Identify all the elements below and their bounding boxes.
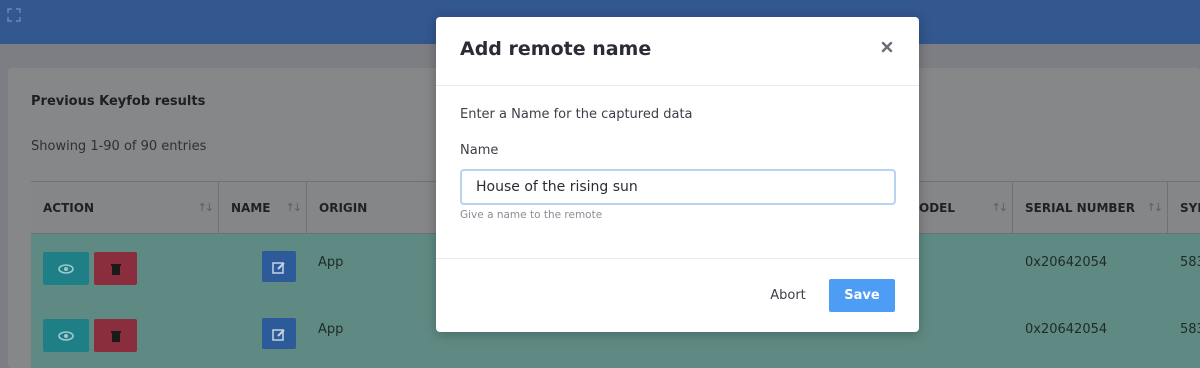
serial-cell: 0x20642054 [1025, 322, 1108, 337]
eye-icon [58, 330, 74, 341]
column-header-action[interactable]: ACTION ↑↓ [31, 182, 219, 235]
save-button[interactable]: Save [829, 279, 895, 312]
sort-icon[interactable]: ↑↓ [198, 182, 215, 234]
dialog-prompt: Enter a Name for the captured data [460, 107, 693, 122]
edit-name-button[interactable] [262, 251, 296, 282]
syn-cell: 583 [1180, 255, 1200, 270]
edit-icon [272, 261, 285, 274]
card-title: Previous Keyfob results [31, 94, 206, 109]
column-header-name[interactable]: NAME ↑↓ [219, 182, 307, 235]
expand-icon[interactable] [7, 8, 21, 22]
column-header-model[interactable]: ODEL ↑↓ [911, 182, 1013, 235]
abort-button[interactable]: Abort [758, 279, 818, 312]
dialog-footer-divider [436, 258, 919, 259]
sort-icon[interactable]: ↑↓ [1147, 182, 1164, 234]
origin-cell: App [318, 322, 344, 337]
entries-count: Showing 1-90 of 90 entries [31, 139, 207, 154]
sort-icon[interactable]: ↑↓ [992, 182, 1009, 234]
view-button[interactable] [43, 252, 89, 285]
trash-icon [110, 330, 121, 342]
eye-icon [58, 263, 74, 274]
edit-name-button[interactable] [262, 318, 296, 349]
name-help-text: Give a name to the remote [460, 209, 603, 221]
serial-cell: 0x20642054 [1025, 255, 1108, 270]
close-icon[interactable] [877, 37, 897, 57]
remote-name-input[interactable] [460, 169, 896, 205]
name-field-label: Name [460, 143, 499, 158]
trash-icon [110, 263, 121, 275]
column-header-origin[interactable]: ORIGIN [307, 182, 437, 235]
column-header-serial-number[interactable]: SERIAL NUMBER ↑↓ [1013, 182, 1168, 235]
dialog-header: Add remote name [436, 17, 919, 86]
dialog-title: Add remote name [460, 38, 652, 60]
add-remote-name-dialog: Add remote name Enter a Name for the cap… [436, 17, 919, 332]
origin-cell: App [318, 255, 344, 270]
edit-icon [272, 328, 285, 341]
sort-icon[interactable]: ↑↓ [286, 182, 303, 234]
column-header-syn[interactable]: SYN [1168, 182, 1200, 235]
syn-cell: 583 [1180, 322, 1200, 337]
delete-button[interactable] [94, 319, 137, 352]
view-button[interactable] [43, 319, 89, 352]
delete-button[interactable] [94, 252, 137, 285]
